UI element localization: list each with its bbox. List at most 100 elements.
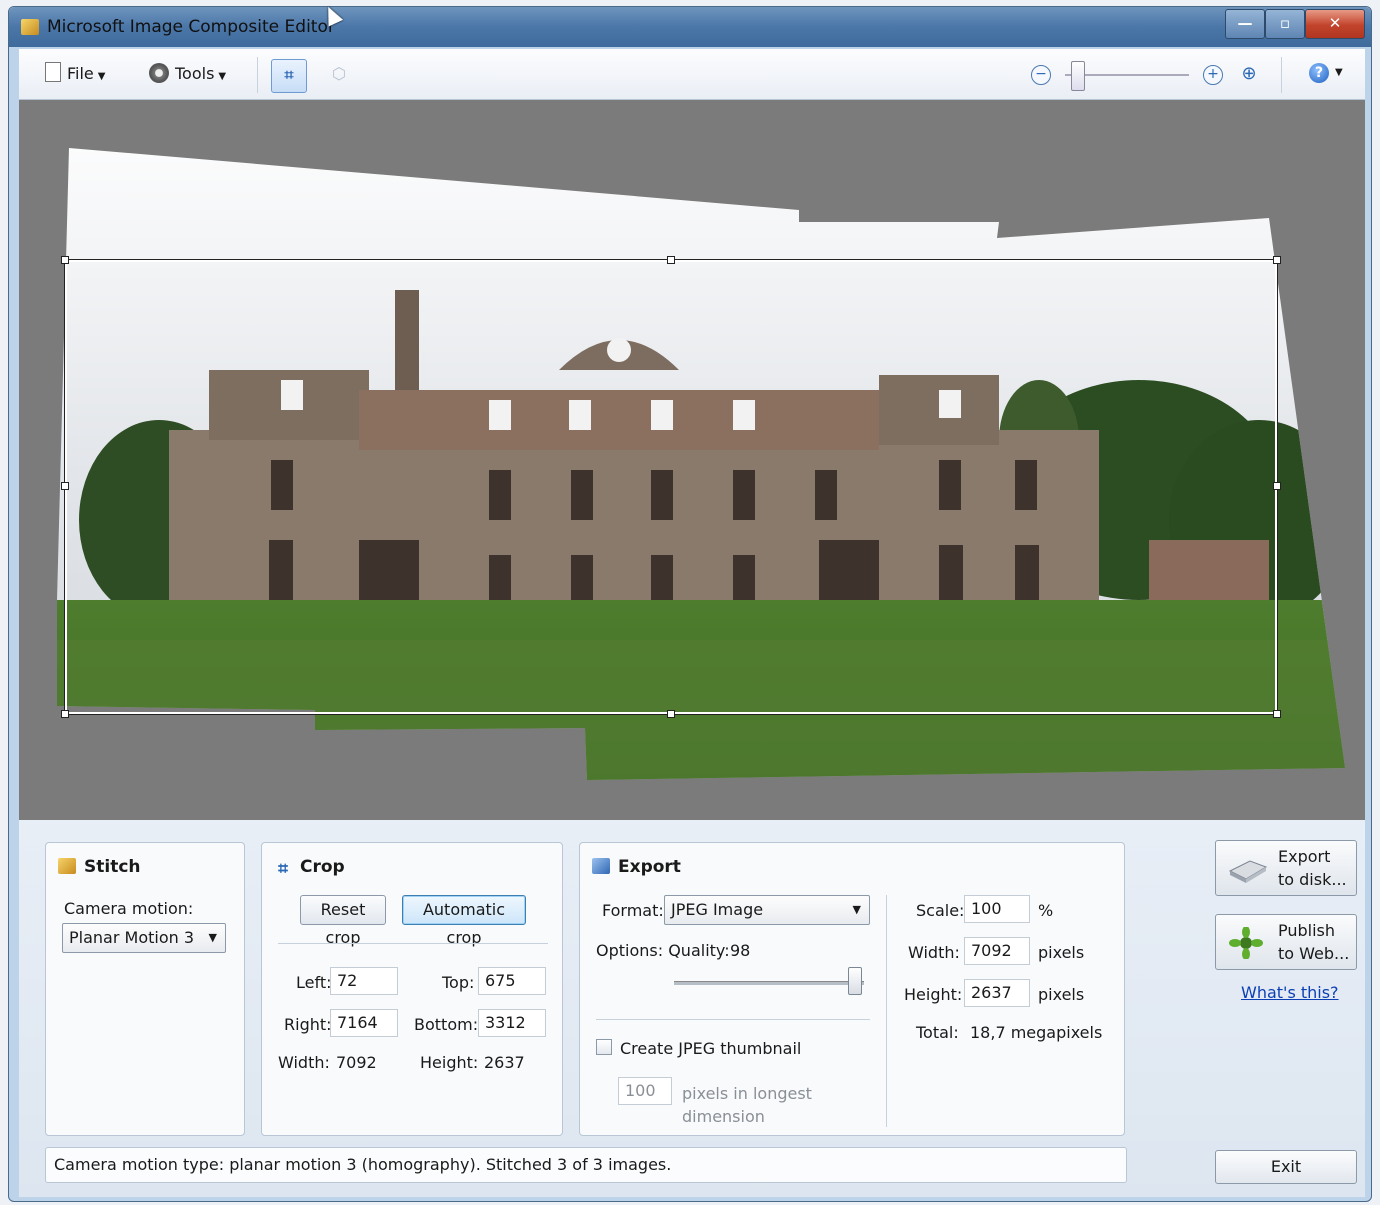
crop-handle-left[interactable] [61,482,69,490]
crop-panel: ⌗ Crop Reset crop Automatic crop Left: 72… [261,842,563,1136]
camera-motion-select[interactable]: Planar Motion 3 ▼ [62,923,226,953]
crop-bottom-label: Bottom: [414,1015,479,1034]
crop-icon: ⌗ [284,65,294,84]
quality-slider-thumb[interactable] [848,967,862,995]
total-value: 18,7 megapixels [970,1023,1103,1042]
crop-handle-right[interactable] [1273,482,1281,490]
publish-to-web-button[interactable]: Publish to Web... [1215,914,1357,970]
export-to-disk-label-2: to disk... [1278,870,1347,889]
total-label: Total: [916,1023,959,1042]
crop-handle-top-right[interactable] [1273,256,1281,264]
chevron-down-icon: ▼ [208,931,217,944]
crop-title-text: Crop [300,857,345,877]
export-panel: Export Format: JPEG Image ▼ Options: Qual… [579,842,1125,1136]
minimize-button[interactable]: — [1225,9,1265,39]
crop-separator [278,943,548,944]
crop-height-label: Height: [420,1053,479,1072]
zoom-out-button[interactable]: − [1031,65,1051,85]
crop-handle-bottom-right[interactable] [1273,710,1281,718]
stitch-icon [58,858,76,874]
format-label: Format: [602,901,664,920]
zoom-slider-thumb[interactable] [1070,61,1085,91]
thumbnail-unit-line2: dimension [682,1107,765,1126]
crop-handle-bottom-left[interactable] [61,710,69,718]
maximize-button[interactable]: ▫ [1265,9,1305,39]
zoom-in-button[interactable]: + [1203,65,1223,85]
file-menu[interactable]: File ▼ [45,61,105,87]
title-bar[interactable]: Microsoft Image Composite Editor — ▫ ✕ [9,7,1371,47]
chevron-down-icon[interactable]: ▼ [1335,67,1343,78]
crop-handle-top[interactable] [667,256,675,264]
gear-icon [149,63,169,83]
app-icon [21,19,39,35]
fit-to-window-icon[interactable]: ⊕ [1237,63,1261,85]
crop-left-label: Left: [296,973,332,992]
scale-input[interactable]: 100 [964,895,1030,923]
export-vertical-separator [886,895,887,1127]
export-height-label: Height: [904,985,963,1004]
format-select[interactable]: JPEG Image ▼ [664,895,870,925]
crop-width-label: Width: [278,1053,330,1072]
crop-bottom-input[interactable]: 3312 [478,1009,546,1037]
crop-icon: ⌗ [278,859,288,879]
client-area: File ▼ Tools ▼ ⌗ ⬡ − + ⊕ ? ▼ Stitch Came… [19,49,1365,1197]
export-width-input[interactable]: 7092 [964,937,1030,965]
format-value: JPEG Image [671,900,764,919]
camera-motion-value: Planar Motion 3 [69,928,195,947]
quality-value: 98 [730,941,751,960]
whats-this-link[interactable]: What's this? [1241,983,1339,1002]
crop-rectangle[interactable] [65,260,1277,714]
window-title: Microsoft Image Composite Editor [47,17,335,37]
photosynth-icon [1229,927,1263,959]
export-to-disk-button[interactable]: Export to disk... [1215,840,1357,896]
publish-to-web-label-1: Publish [1278,921,1336,940]
toolbar-separator [257,57,258,93]
thumbnail-checkbox[interactable] [596,1039,612,1055]
crop-handle-bottom[interactable] [667,710,675,718]
help-icon[interactable]: ? [1309,63,1329,83]
export-height-unit: pixels [1038,985,1085,1004]
projection-tool-button[interactable]: ⬡ [323,59,355,91]
scale-unit: % [1038,901,1054,920]
crop-title: ⌗ Crop [274,857,345,879]
bottom-panel: Stitch Camera motion: Planar Motion 3 ▼ ⌗… [19,820,1365,1197]
stitch-title: Stitch [58,857,141,877]
quality-label: Options: Quality: [596,941,730,960]
reset-crop-button[interactable]: Reset crop [300,895,386,947]
thumbnail-size-input[interactable]: 100 [618,1077,672,1105]
toolbar: File ▼ Tools ▼ ⌗ ⬡ − + ⊕ ? ▼ [19,49,1365,100]
exit-button[interactable]: Exit [1215,1150,1357,1184]
tools-menu[interactable]: Tools ▼ [149,61,226,87]
panorama-canvas[interactable] [19,100,1365,820]
chevron-down-icon: ▼ [218,71,227,82]
stitch-title-text: Stitch [84,857,141,877]
crop-handle-top-left[interactable] [61,256,69,264]
stitch-panel: Stitch Camera motion: Planar Motion 3 ▼ [45,842,245,1136]
camera-motion-label: Camera motion: [64,899,194,918]
automatic-crop-button[interactable]: Automatic crop [402,895,526,947]
crop-right-label: Right: [284,1015,332,1034]
status-bar: Camera motion type: planar motion 3 (hom… [45,1147,1127,1183]
hard-disk-icon [1228,860,1268,883]
thumbnail-unit-line1: pixels in longest [682,1084,812,1103]
toolbar-separator [1281,57,1282,93]
crop-top-label: Top: [442,973,475,992]
export-width-label: Width: [908,943,960,962]
thumbnail-label: Create JPEG thumbnail [620,1039,802,1058]
file-menu-label: File [67,64,94,83]
quality-slider-track[interactable] [674,981,864,985]
chevron-down-icon: ▼ [852,903,861,916]
export-title-text: Export [618,857,681,877]
export-height-input[interactable]: 2637 [964,979,1030,1007]
crop-tool-button[interactable]: ⌗ [271,59,307,93]
crop-top-input[interactable]: 675 [478,967,546,995]
publish-to-web-label-2: to Web... [1278,944,1350,963]
close-button[interactable]: ✕ [1305,9,1365,39]
chevron-down-icon: ▼ [97,71,106,82]
document-icon [45,62,61,82]
crop-left-input[interactable]: 72 [330,967,398,995]
crop-right-input[interactable]: 7164 [330,1009,398,1037]
crop-height-value: 2637 [484,1053,525,1072]
export-to-disk-label-1: Export [1278,847,1331,866]
scale-label: Scale: [916,901,965,920]
